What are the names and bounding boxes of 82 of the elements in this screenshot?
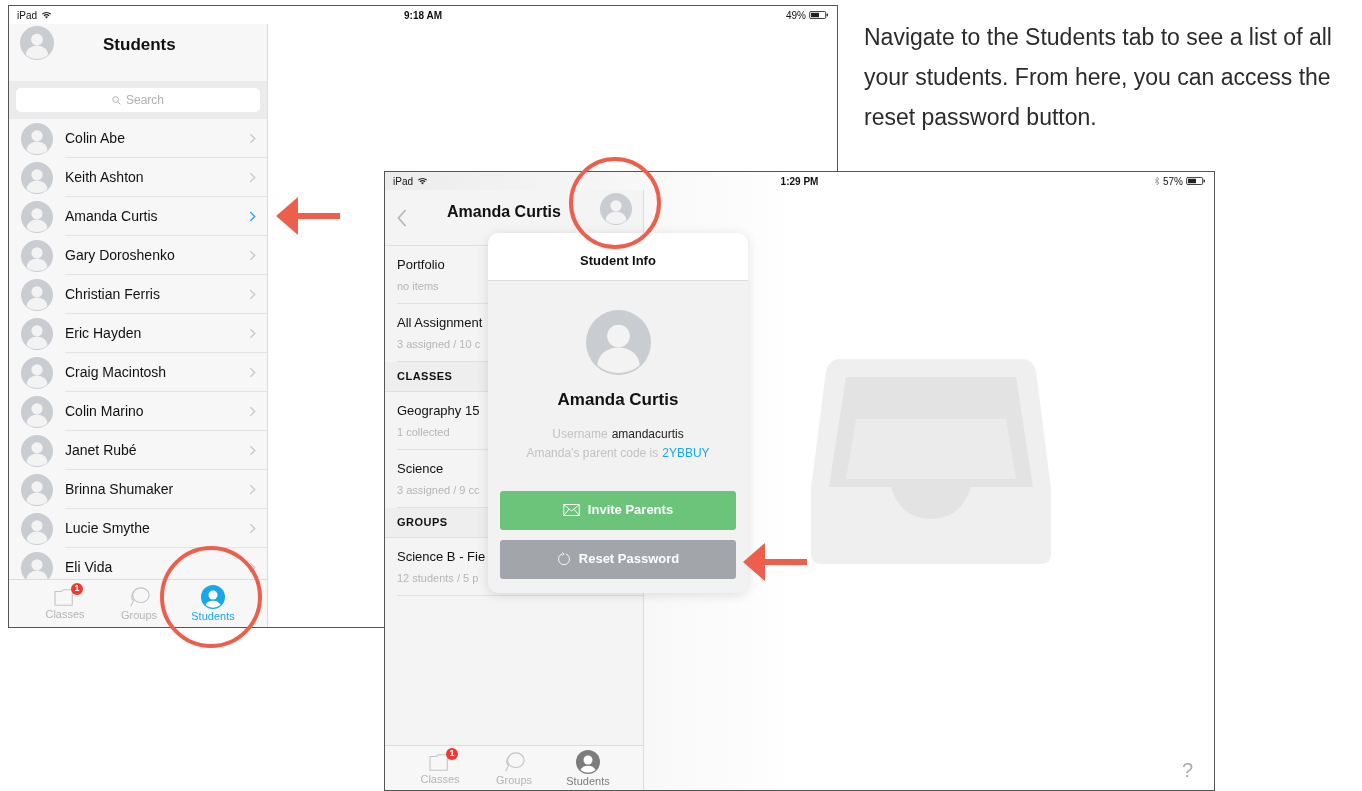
battery-icon (809, 11, 829, 19)
student-name: Colin Abe (65, 128, 125, 148)
student-name: Lucie Smythe (65, 518, 150, 538)
student-row[interactable]: Eric Hayden (9, 314, 267, 353)
screen-title: Amanda Curtis (447, 202, 561, 222)
item-title: Science B - Fie (397, 547, 486, 566)
status-time: 1:29 PM (780, 174, 819, 189)
student-name: Keith Ashton (65, 167, 144, 187)
wifi-icon (417, 177, 428, 185)
student-name: Gary Doroshenko (65, 245, 175, 265)
item-title: Science (397, 459, 444, 478)
tab-bar-item[interactable]: Students (551, 746, 625, 790)
avatar (21, 122, 53, 155)
device-label: iPad (393, 174, 413, 189)
chat-bubbles-icon (127, 586, 151, 608)
annotation-arrow (743, 543, 807, 581)
battery-percent: 57% (1163, 174, 1183, 189)
student-name: Colin Marino (65, 401, 144, 421)
student-name: Craig Macintosh (65, 362, 167, 382)
student-name: Amanda Curtis (557, 389, 679, 411)
student-name: Amanda Curtis (65, 206, 158, 226)
notification-badge: 1 (71, 583, 83, 595)
student-name: Brinna Shumaker (65, 479, 174, 499)
student-row[interactable]: Lucie Smythe (9, 509, 267, 548)
person-icon (576, 749, 600, 774)
student-row[interactable]: Colin Marino (9, 392, 267, 431)
student-row[interactable]: Colin Abe (9, 119, 267, 158)
section-header: CLASSES (397, 369, 453, 385)
student-row[interactable]: Keith Ashton (9, 158, 267, 197)
wifi-icon (41, 11, 52, 19)
item-subtitle: 3 assigned / 9 cc (397, 483, 480, 498)
chat-bubbles-icon (502, 750, 526, 773)
popover-title: Student Info (580, 251, 656, 270)
avatar (21, 473, 53, 506)
avatar (21, 434, 53, 467)
item-subtitle: no items (397, 279, 439, 294)
student-name: Eli Vida (65, 557, 113, 577)
item-title: Geography 15 (397, 401, 480, 420)
student-row[interactable]: Amanda Curtis (9, 197, 267, 236)
avatar (21, 395, 53, 428)
annotation-arrow (276, 197, 340, 235)
section-header: GROUPS (397, 515, 448, 531)
student-row[interactable]: Christian Ferris (9, 275, 267, 314)
person-icon (201, 585, 225, 609)
student-row[interactable]: Craig Macintosh (9, 353, 267, 392)
item-subtitle: 12 students / 5 p (397, 571, 479, 586)
student-row[interactable]: Brinna Shumaker (9, 470, 267, 509)
avatar (21, 239, 53, 272)
caption-text: Navigate to the Students tab to see a list of all your students. From here, you can access the reset password button. (864, 23, 1333, 132)
bluetooth-icon (1154, 176, 1160, 186)
notification-badge: 1 (446, 747, 458, 760)
screen-title: Students (103, 34, 176, 56)
student-row[interactable]: Janet Rubé (9, 431, 267, 470)
battery-percent: 49% (786, 8, 806, 23)
avatar (21, 512, 53, 545)
item-title: All Assignment (397, 313, 483, 332)
avatar (21, 161, 53, 194)
avatar[interactable] (20, 26, 54, 60)
tab-bar-item[interactable]: 1 Classes (403, 746, 477, 790)
parent-code: 2YBBUY (662, 444, 710, 462)
avatar (21, 317, 53, 350)
avatar (21, 200, 53, 233)
tab-bar-item[interactable]: 1 Classes (28, 580, 102, 627)
student-name: Eric Hayden (65, 323, 142, 343)
refresh-icon (556, 552, 571, 566)
search-field[interactable]: Search (16, 88, 260, 112)
back-icon[interactable] (397, 208, 407, 227)
item-subtitle: 1 collected (397, 425, 450, 440)
avatar (21, 278, 53, 311)
student-name: Janet Rubé (65, 440, 137, 460)
avatar[interactable] (600, 193, 632, 225)
status-time: 9:18 AM (404, 8, 442, 23)
student-name: Christian Ferris (65, 284, 160, 304)
envelope-icon (562, 504, 580, 516)
device-label: iPad (17, 8, 37, 23)
student-row[interactable]: Gary Doroshenko (9, 236, 267, 275)
username-value: amandacurtis (611, 425, 684, 443)
item-title: Portfolio (397, 255, 445, 274)
avatar (21, 356, 53, 389)
avatar (585, 310, 651, 375)
battery-icon (1186, 177, 1206, 185)
search-icon (112, 96, 121, 105)
